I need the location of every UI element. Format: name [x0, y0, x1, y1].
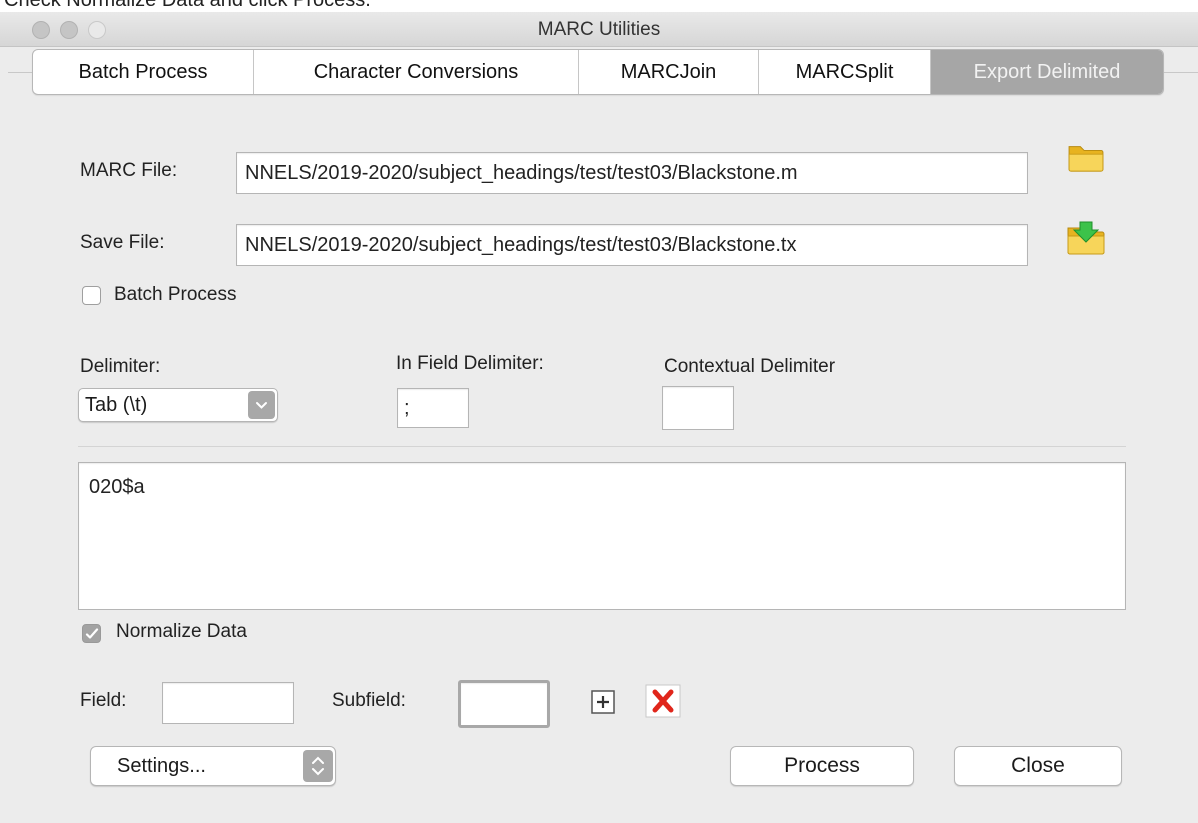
settings-label: Settings... [117, 755, 206, 777]
marc-file-input[interactable]: NNELS/2019-2020/subject_headings/test/te… [236, 152, 1028, 194]
subfield-input[interactable] [458, 680, 550, 728]
delimiter-value: Tab (\t) [85, 394, 148, 416]
save-file-label: Save File: [80, 232, 165, 253]
add-field-button[interactable] [588, 687, 618, 717]
in-field-delimiter-input[interactable]: ; [397, 388, 469, 428]
normalize-data-checkbox[interactable] [82, 624, 101, 643]
tab-character-conversions[interactable]: Character Conversions [254, 50, 579, 94]
title-bar: MARC Utilities [0, 12, 1198, 47]
settings-popup-button[interactable]: Settings... [90, 746, 336, 786]
subfield-label: Subfield: [332, 690, 406, 711]
delimiter-label: Delimiter: [80, 356, 161, 377]
save-folder-icon[interactable] [1066, 218, 1106, 263]
instruction-text: Check Normalize Data and click Process. [4, 0, 371, 11]
contextual-delimiter-input[interactable] [662, 386, 734, 430]
instruction-caption: Check Normalize Data and click Process. [0, 0, 1198, 12]
chevron-down-icon [248, 391, 275, 419]
delete-x-icon [645, 684, 681, 718]
batch-process-checkbox[interactable] [82, 286, 101, 305]
tab-batch-process[interactable]: Batch Process [33, 50, 254, 94]
in-field-delimiter-label: In Field Delimiter: [396, 353, 544, 374]
tab-bar: Batch Process Character Conversions MARC… [32, 49, 1164, 95]
normalize-data-label: Normalize Data [116, 621, 247, 642]
fields-text-area[interactable]: 020$a [78, 462, 1126, 610]
remove-field-button[interactable] [644, 683, 682, 719]
process-button[interactable]: Process [730, 746, 914, 786]
tab-marcjoin[interactable]: MARCJoin [579, 50, 759, 94]
window-title: MARC Utilities [537, 19, 661, 40]
plus-icon [591, 690, 615, 714]
checkmark-icon [85, 628, 99, 639]
tab-marcsplit[interactable]: MARCSplit [759, 50, 931, 94]
delimiter-dropdown[interactable]: Tab (\t) [78, 388, 278, 422]
batch-process-label: Batch Process [114, 284, 237, 305]
up-down-chevron-icon [303, 750, 333, 782]
field-input[interactable] [162, 682, 294, 724]
field-label: Field: [80, 690, 127, 711]
open-folder-icon[interactable] [1066, 141, 1106, 178]
close-button[interactable]: Close [954, 746, 1122, 786]
marc-file-label: MARC File: [80, 160, 178, 181]
save-file-input[interactable]: NNELS/2019-2020/subject_headings/test/te… [236, 224, 1028, 266]
tab-export-delimited[interactable]: Export Delimited [931, 50, 1163, 94]
contextual-delimiter-label: Contextual Delimiter [664, 356, 836, 377]
separator [78, 446, 1126, 447]
